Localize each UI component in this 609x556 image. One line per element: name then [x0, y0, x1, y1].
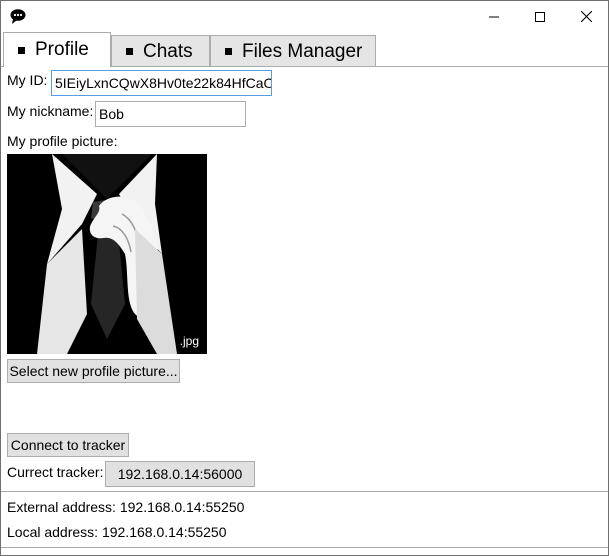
suit-tie-image	[7, 154, 207, 354]
close-button[interactable]	[563, 1, 609, 32]
current-tracker-label: Currect tracker:	[7, 464, 104, 480]
select-profile-picture-button[interactable]: Select new profile picture...	[7, 359, 180, 383]
minimize-button[interactable]	[471, 1, 517, 32]
bottom-divider	[1, 547, 608, 548]
local-address-text: Local address: 192.168.0.14:55250	[7, 524, 227, 540]
tab-bullet-icon	[18, 46, 25, 54]
nickname-label: My nickname:	[7, 103, 94, 119]
tab-bullet-icon	[225, 48, 232, 55]
title-bar	[1, 1, 608, 32]
minimize-icon	[489, 16, 499, 17]
tab-chats-label: Chats	[143, 40, 193, 62]
tab-profile[interactable]: Profile	[3, 32, 111, 67]
profile-panel: My ID: 5IEiyLxnCQwX8Hv0te22k84HfCaOIl My…	[1, 67, 608, 555]
tab-profile-label: Profile	[35, 39, 89, 60]
maximize-button[interactable]	[517, 1, 563, 32]
tab-bullet-icon	[126, 48, 133, 55]
picture-extension-label: .jpg	[179, 334, 199, 348]
maximize-icon	[535, 11, 545, 22]
address-divider	[1, 491, 608, 492]
tab-chats[interactable]: Chats	[111, 35, 210, 67]
close-icon	[580, 11, 592, 22]
nickname-field[interactable]: Bob	[95, 101, 246, 127]
connect-to-tracker-button[interactable]: Connect to tracker	[7, 433, 129, 457]
profile-picture-label: My profile picture:	[7, 133, 118, 149]
chat-bubbles-icon	[10, 9, 26, 24]
tab-files-manager[interactable]: Files Manager	[210, 35, 376, 67]
my-id-field[interactable]: 5IEiyLxnCQwX8Hv0te22k84HfCaOIl	[51, 70, 272, 96]
my-id-label: My ID:	[7, 72, 48, 88]
tab-files-manager-label: Files Manager	[242, 40, 363, 62]
tab-strip: Profile Chats Files Manager	[1, 32, 608, 67]
app-window: Profile Chats Files Manager My ID: 5IEiy…	[0, 0, 609, 556]
external-address-text: External address: 192.168.0.14:55250	[7, 499, 245, 515]
current-tracker-value: 192.168.0.14:56000	[105, 461, 255, 487]
profile-picture: .jpg	[7, 154, 207, 354]
